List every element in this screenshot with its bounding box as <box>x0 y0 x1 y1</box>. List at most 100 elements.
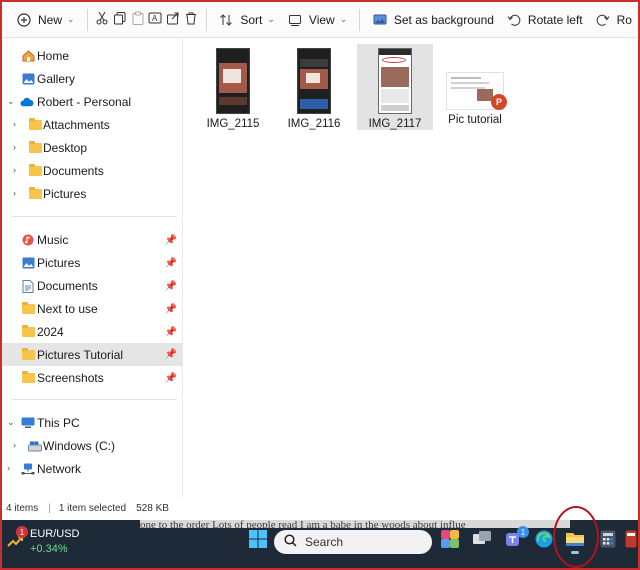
annotation-circle <box>553 506 599 568</box>
toolbar-divider <box>86 8 88 31</box>
folder-icon <box>21 371 35 384</box>
taskbar-search-box[interactable]: Search <box>274 530 432 554</box>
copy-icon <box>113 11 127 28</box>
clipboard-icon <box>131 11 145 28</box>
pin-icon[interactable]: 📌 <box>165 349 177 360</box>
network-icon <box>21 463 35 475</box>
svg-text:A: A <box>152 14 158 23</box>
app-icon <box>625 530 637 551</box>
file-item-img-2115[interactable]: IMG_2115 <box>195 44 271 130</box>
sidebar-item-label: Documents <box>37 279 98 293</box>
sidebar-item-2024[interactable]: 2024 📌 <box>2 321 183 343</box>
gallery-icon <box>21 73 35 85</box>
pin-icon[interactable]: 📌 <box>165 258 177 269</box>
sidebar-item-pictures-tutorial[interactable]: Pictures Tutorial 📌 <box>2 343 183 366</box>
chevron-right-icon[interactable]: › <box>7 463 10 473</box>
sort-icon <box>218 12 234 28</box>
paste-button[interactable] <box>129 6 147 34</box>
file-item-img-2116[interactable]: IMG_2116 <box>276 44 352 130</box>
search-icon <box>284 534 297 550</box>
sidebar-item-music[interactable]: Music 📌 <box>2 229 183 251</box>
sidebar-item-screenshots[interactable]: Screenshots 📌 <box>2 367 183 389</box>
item-count: 4 items <box>6 502 39 514</box>
chevron-right-icon[interactable]: › <box>13 188 16 198</box>
sidebar-divider <box>12 399 177 400</box>
delete-button[interactable] <box>182 6 200 34</box>
rotate-left-button[interactable]: Rotate left <box>500 6 589 34</box>
desktop-background-icon <box>372 12 388 28</box>
chevron-right-icon[interactable]: › <box>13 142 16 152</box>
sidebar-item-label: Pictures Tutorial <box>37 347 124 362</box>
taskbar-task-view[interactable] <box>470 528 494 552</box>
powerpoint-icon: P <box>491 94 507 110</box>
pin-icon[interactable]: 📌 <box>165 327 177 338</box>
sidebar-item-next-to-use[interactable]: Next to use 📌 <box>2 298 183 320</box>
task-view-icon <box>472 530 492 551</box>
pin-icon[interactable]: 📌 <box>165 304 177 315</box>
view-button[interactable]: View ⌄ <box>281 6 353 34</box>
calculator-icon <box>600 530 616 551</box>
sidebar-item-documents-pinned[interactable]: Documents 📌 <box>2 275 183 297</box>
taskbar-calculator-app[interactable] <box>596 528 620 552</box>
finance-widget[interactable]: 1 EUR/USD +0.34% <box>6 526 96 562</box>
sidebar-item-attachments[interactable]: › Attachments <box>2 114 183 136</box>
set-as-background-button[interactable]: Set as background <box>366 6 500 34</box>
sidebar-item-gallery[interactable]: Gallery <box>2 68 183 90</box>
start-button[interactable] <box>246 528 270 552</box>
sidebar-item-label: Desktop <box>43 141 88 155</box>
rotate-right-button[interactable]: Ro <box>589 6 638 34</box>
selection-size: 528 KB <box>136 502 169 514</box>
taskbar-app-partial[interactable] <box>624 528 638 552</box>
sidebar-item-onedrive[interactable]: ⌄ Robert - Personal <box>2 91 183 113</box>
ticker-pair: EUR/USD <box>30 528 80 540</box>
rotate-left-icon <box>506 12 522 28</box>
sidebar-item-pictures-pinned[interactable]: Pictures 📌 <box>2 252 183 274</box>
chevron-down-icon[interactable]: ⌄ <box>7 417 15 428</box>
chevron-right-icon[interactable]: › <box>13 440 16 450</box>
sidebar-item-home[interactable]: Home <box>2 45 183 67</box>
chevron-right-icon[interactable]: › <box>13 119 16 129</box>
background-document-text: one to the order Lots of people read I a… <box>140 520 570 528</box>
sidebar-item-pictures[interactable]: › Pictures <box>2 183 183 205</box>
selection-count: 1 item selected <box>58 502 127 514</box>
sidebar-item-this-pc[interactable]: ⌄ This PC <box>2 412 183 434</box>
folder-icon <box>28 141 42 154</box>
status-separator: | <box>48 502 51 514</box>
new-button[interactable]: New ⌄ <box>10 6 81 34</box>
folder-icon <box>28 118 42 131</box>
windows-logo-icon <box>249 529 267 551</box>
copy-button[interactable] <box>111 6 129 34</box>
image-thumbnail <box>378 48 412 114</box>
chevron-down-icon: ⌄ <box>339 14 348 24</box>
rename-button[interactable]: A <box>146 6 164 34</box>
onedrive-cloud-icon <box>20 96 34 108</box>
sidebar-item-network[interactable]: › Network <box>2 458 183 480</box>
sidebar-item-label: Home <box>37 49 70 63</box>
view-icon <box>287 12 303 28</box>
file-name: IMG_2115 <box>206 118 260 130</box>
taskbar-copilot-app[interactable] <box>438 528 462 552</box>
file-name: IMG_2117 <box>368 118 422 130</box>
scissors-icon <box>95 11 109 28</box>
file-item-pic-tutorial[interactable]: P Pic tutorial <box>437 44 513 130</box>
sort-button[interactable]: Sort ⌄ <box>212 6 281 34</box>
taskbar-teams-app[interactable]: 1 <box>502 526 529 552</box>
notification-badge: 1 <box>517 526 529 538</box>
share-button[interactable] <box>164 6 182 34</box>
search-label: Search <box>305 535 344 549</box>
pin-icon[interactable]: 📌 <box>165 235 177 246</box>
sidebar-item-label: Network <box>37 462 82 476</box>
sidebar-item-desktop[interactable]: › Desktop <box>2 137 183 159</box>
sidebar-item-documents[interactable]: › Documents <box>2 160 183 182</box>
file-item-img-2117[interactable]: IMG_2117 <box>357 44 433 130</box>
chevron-down-icon[interactable]: ⌄ <box>7 96 15 107</box>
rotate-left-label: Rotate left <box>527 12 583 27</box>
pin-icon[interactable]: 📌 <box>165 373 177 384</box>
notification-badge: 1 <box>16 526 28 538</box>
sidebar-item-drive-c[interactable]: › Windows (C:) <box>2 435 183 457</box>
edge-icon <box>534 529 554 552</box>
chevron-right-icon[interactable]: › <box>13 165 16 175</box>
cut-button[interactable] <box>93 6 111 34</box>
pin-icon[interactable]: 📌 <box>165 281 177 292</box>
chevron-down-icon: ⌄ <box>67 14 75 24</box>
